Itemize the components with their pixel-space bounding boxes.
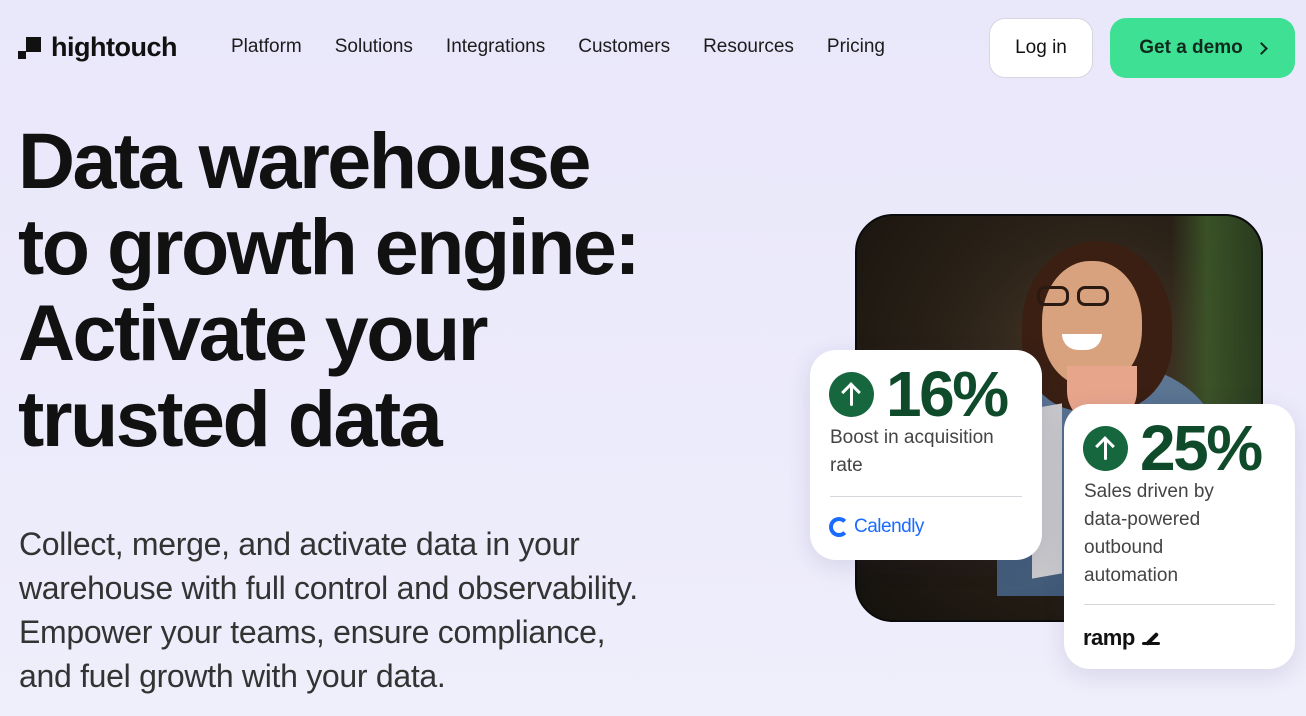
- divider: [1084, 604, 1275, 605]
- nav-integrations[interactable]: Integrations: [446, 36, 545, 58]
- nav-solutions[interactable]: Solutions: [335, 36, 413, 58]
- hero-subtitle: Collect, merge, and activate data in you…: [19, 522, 739, 698]
- get-demo-button[interactable]: Get a demo: [1110, 18, 1295, 78]
- arrow-up-icon: [829, 371, 874, 417]
- divider: [830, 496, 1022, 497]
- ramp-text: ramp: [1083, 625, 1135, 650]
- calendly-logo: Calendly: [829, 516, 924, 538]
- stat-label: Sales driven by data-powered outbound au…: [1084, 478, 1264, 590]
- stat-label-line: data-powered: [1084, 509, 1201, 530]
- nav-resources[interactable]: Resources: [703, 36, 794, 58]
- login-button-label: Log in: [1015, 37, 1067, 58]
- stat-label-line: rate: [830, 455, 863, 476]
- hero-title-line: trusted data: [18, 374, 443, 463]
- hero-title-line: Data warehouse: [18, 116, 591, 205]
- nav-platform[interactable]: Platform: [231, 36, 302, 58]
- stat-value: 25%: [1140, 412, 1263, 484]
- hightouch-logo-icon: [18, 36, 42, 59]
- logo-text: hightouch: [51, 32, 177, 62]
- hero-title-line: to growth engine:: [18, 202, 641, 291]
- get-demo-button-label: Get a demo: [1139, 37, 1243, 58]
- hero-title: Data warehouse to growth engine: Activat…: [18, 118, 738, 462]
- hero-title-line: Activate your: [18, 288, 489, 377]
- nav-pricing[interactable]: Pricing: [827, 36, 885, 58]
- stat-value: 16%: [886, 358, 1009, 430]
- hightouch-logo[interactable]: hightouch: [18, 32, 177, 63]
- hero-subtitle-line: Collect, merge, and activate data in you…: [19, 526, 580, 562]
- chevron-right-icon: [1254, 42, 1268, 55]
- hero-subtitle-line: and fuel growth with your data.: [19, 658, 446, 694]
- nav-customers[interactable]: Customers: [578, 36, 670, 58]
- stat-label-line: automation: [1084, 565, 1179, 586]
- hero-subtitle-line: warehouse with full control and observab…: [19, 570, 638, 606]
- stat-card-ramp: 25% Sales driven by data-powered outboun…: [1064, 404, 1295, 669]
- calendly-icon: [829, 517, 849, 537]
- stat-label-line: outbound: [1084, 537, 1164, 558]
- main-nav: Platform Solutions Integrations Customer…: [231, 36, 885, 58]
- stat-row: 16%: [829, 358, 1009, 430]
- hero-subtitle-line: Empower your teams, ensure compliance,: [19, 614, 606, 650]
- ramp-icon: [1140, 629, 1162, 647]
- calendly-text: Calendly: [854, 516, 924, 537]
- stat-card-calendly: 16% Boost in acquisition rate Calendly: [810, 350, 1042, 560]
- landing-page: hightouch Platform Solutions Integration…: [0, 0, 1306, 716]
- stat-label: Boost in acquisition rate: [830, 424, 1030, 480]
- login-button[interactable]: Log in: [989, 18, 1093, 78]
- stat-label-line: Boost in acquisition: [830, 427, 994, 448]
- stat-label-line: Sales driven by: [1084, 481, 1214, 502]
- arrow-up-icon: [1083, 425, 1128, 471]
- ramp-logo: ramp: [1083, 625, 1162, 651]
- stat-row: 25%: [1083, 412, 1263, 484]
